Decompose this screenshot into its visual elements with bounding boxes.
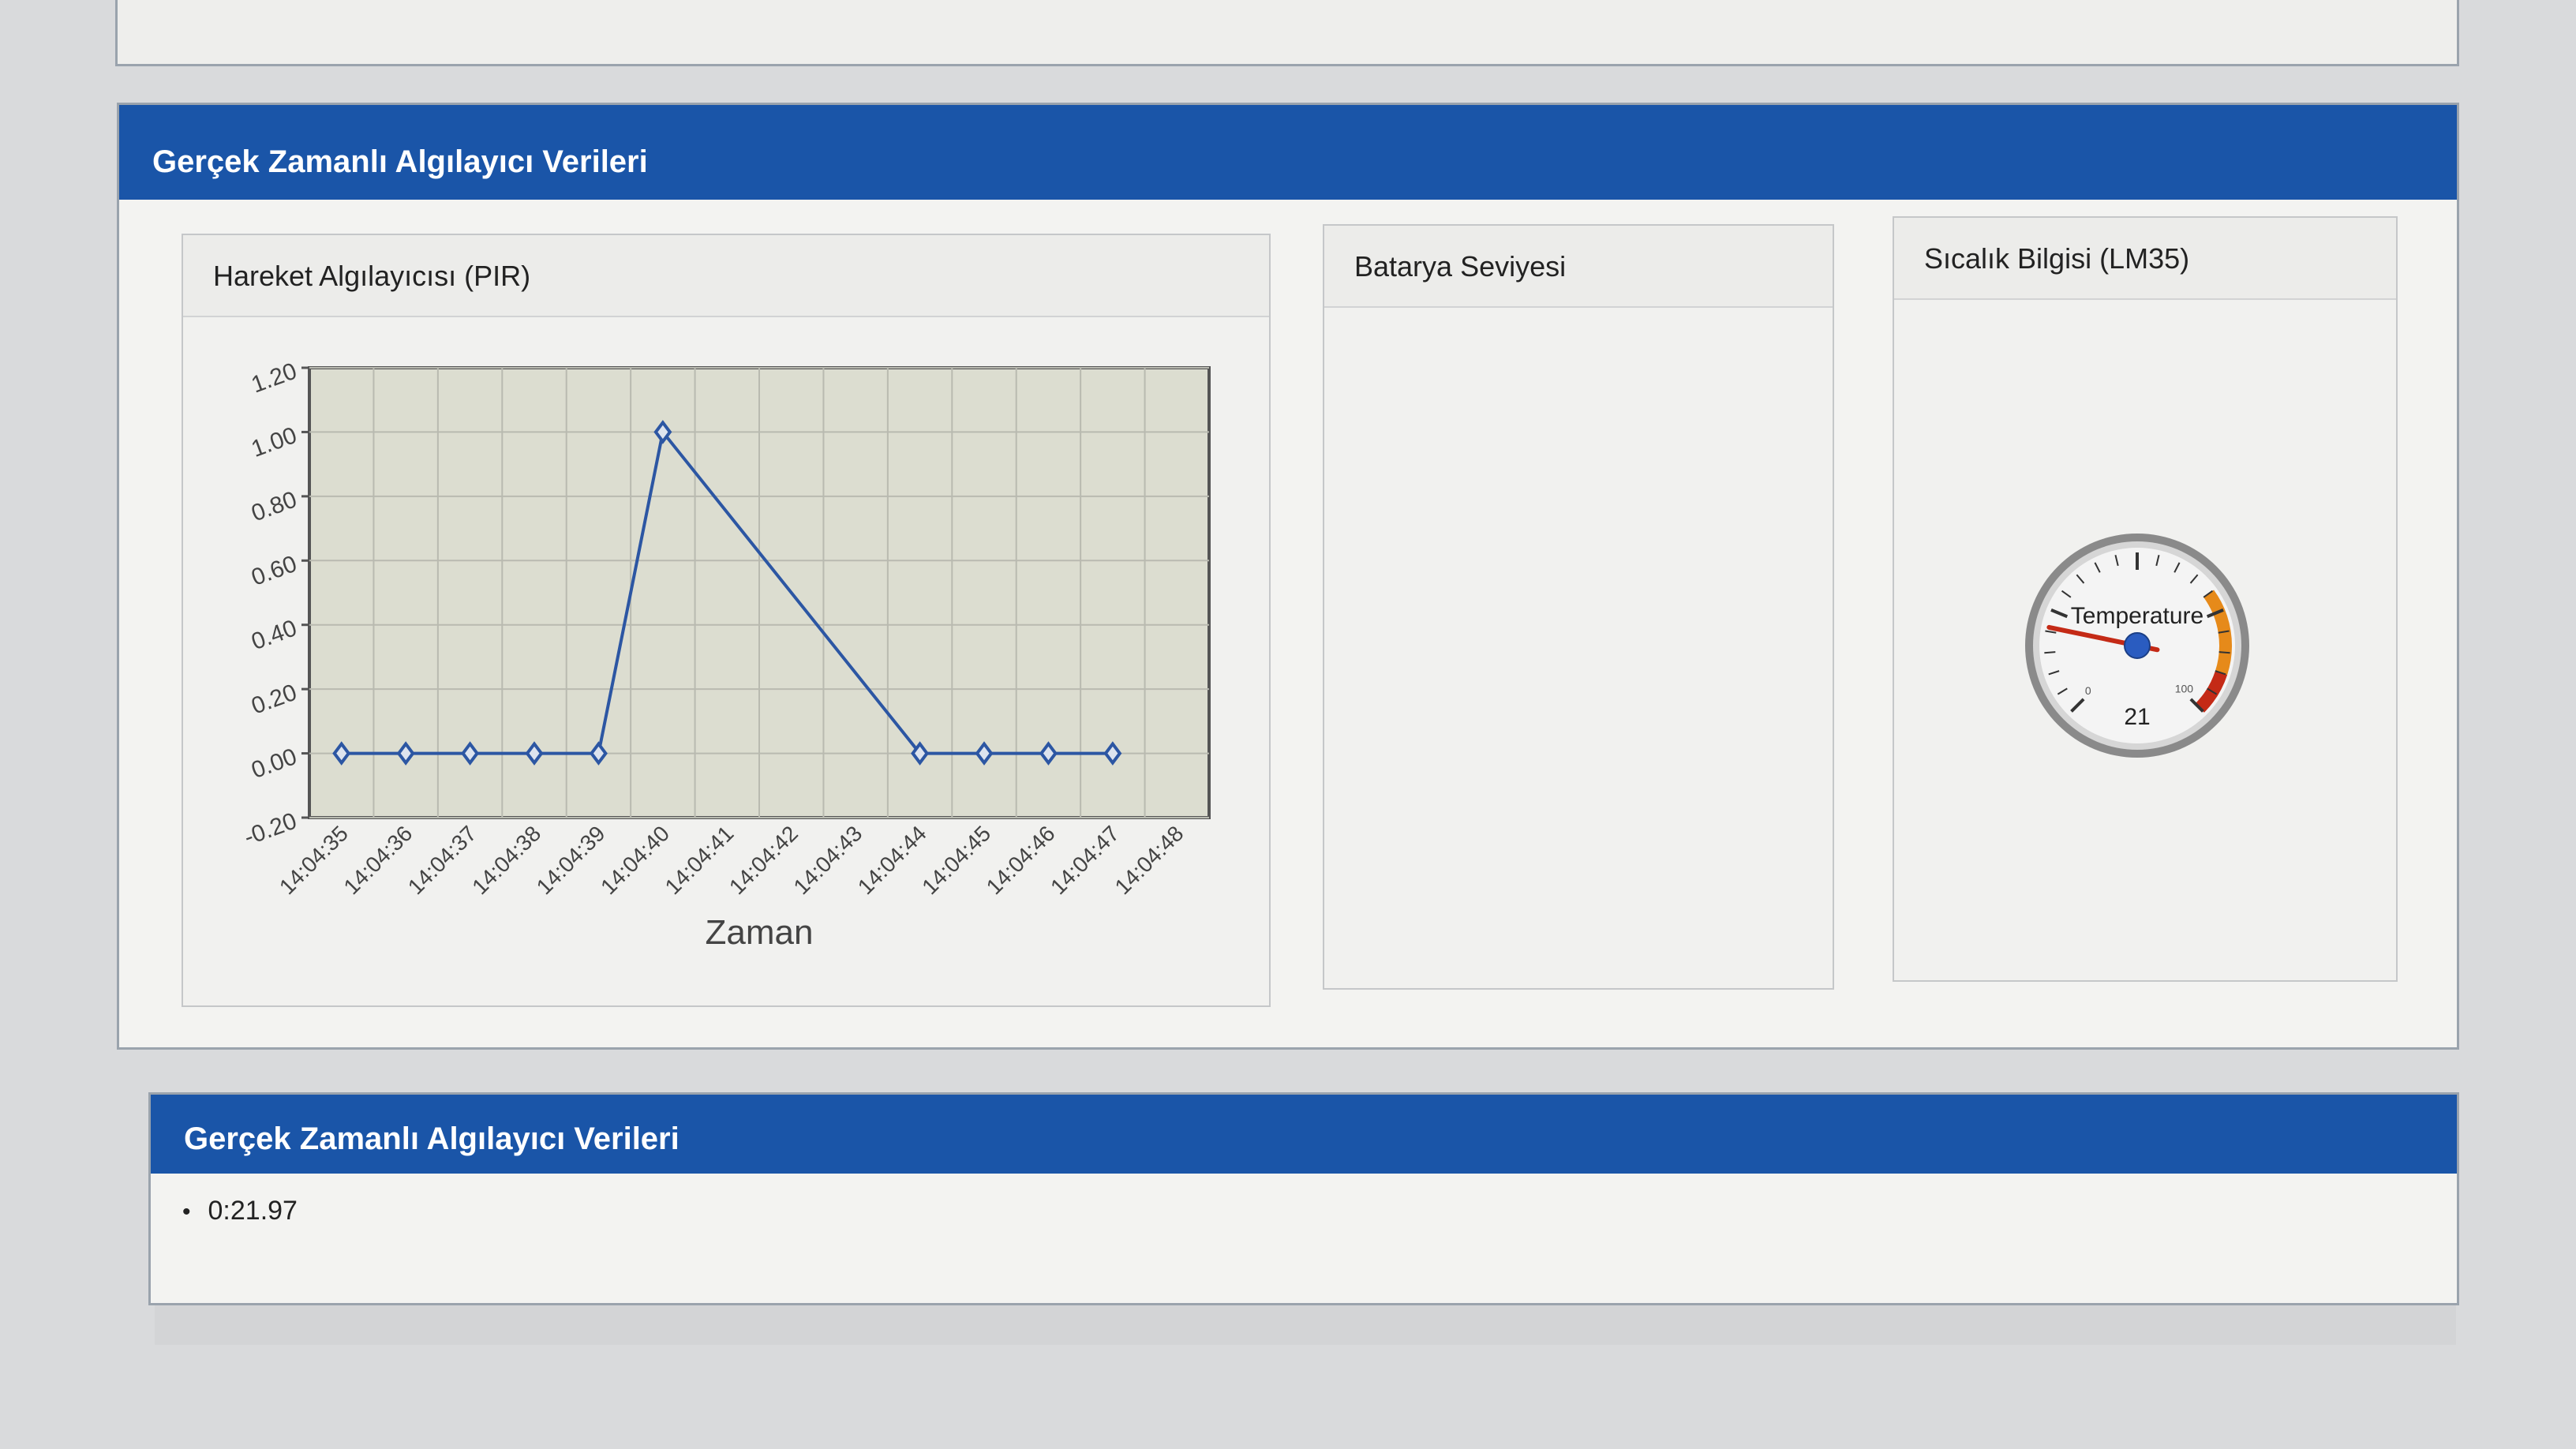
gauge-min-label: 0	[2085, 684, 2091, 697]
panel-heading: Gerçek Zamanlı Algılayıcı Verileri	[119, 105, 2457, 200]
y-tick-label: 0.60	[248, 551, 300, 591]
previous-panel	[115, 0, 2459, 66]
y-tick-label: 0.20	[248, 680, 300, 720]
x-tick-label: 14:04:38	[467, 821, 545, 899]
x-tick-label: 14:04:41	[661, 821, 739, 899]
readings-panel: Gerçek Zamanlı Algılayıcı Verileri 0:21.…	[148, 1092, 2459, 1305]
x-tick-label: 14:04:37	[403, 821, 481, 899]
gauge-title: Temperature	[2071, 603, 2203, 629]
x-axis-title: Zaman	[706, 913, 814, 952]
x-tick-label: 14:04:46	[982, 821, 1060, 899]
temperature-gauge: 0 100 Temperature 21	[2025, 534, 2249, 758]
temperature-card: Sıcalık Bilgisi (LM35) 0 100 Temperature 21	[1893, 216, 2398, 982]
x-tick-label: 14:04:39	[532, 821, 610, 899]
pir-line-chart: -0.20 0.00 0.20 0.40 0.60 0.80 1.00 1.20 14:04:3…	[241, 358, 1211, 952]
pir-chart-title: Hareket Algılayıcısı (PIR)	[183, 235, 1269, 317]
gauge-tick	[2044, 651, 2056, 654]
y-tick-label: -0.20	[241, 808, 301, 851]
y-tick-label: 0.80	[248, 486, 300, 526]
y-tick-label: 0.00	[248, 743, 300, 784]
readings-heading: Gerçek Zamanlı Algılayıcı Verileri	[151, 1095, 2457, 1174]
x-tick-label: 14:04:43	[788, 821, 867, 899]
readings-list: 0:21.97	[182, 1196, 298, 1226]
pir-chart-card: Hareket Algılayıcısı (PIR) -0.20 0.00 0.20…	[182, 234, 1271, 1007]
x-tick-label: 14:04:48	[1110, 821, 1189, 899]
gauge-tick	[2218, 651, 2230, 654]
gauge-max-label: 100	[2175, 682, 2194, 695]
y-tick-label: 1.20	[248, 358, 300, 399]
y-tick-label: 0.40	[248, 615, 300, 655]
battery-title: Batarya Seviyesi	[1324, 226, 1833, 308]
x-tick-label: 14:04:45	[917, 821, 995, 899]
temperature-title: Sıcalık Bilgisi (LM35)	[1894, 218, 2396, 300]
x-tick-label: 14:04:36	[339, 821, 417, 899]
x-tick-label: 14:04:40	[596, 821, 674, 899]
gauge-value: 21	[2124, 704, 2150, 730]
x-tick-label: 14:04:44	[853, 821, 931, 899]
x-tick-label: 14:04:42	[724, 821, 803, 899]
page-footer-area	[155, 1305, 2456, 1345]
y-tick-label: 1.00	[248, 422, 300, 462]
x-tick-label: 14:04:47	[1046, 821, 1124, 899]
reading-item: 0:21.97	[182, 1196, 298, 1226]
battery-card: Batarya Seviyesi	[1323, 224, 1834, 990]
gauge-pivot	[2124, 632, 2151, 659]
